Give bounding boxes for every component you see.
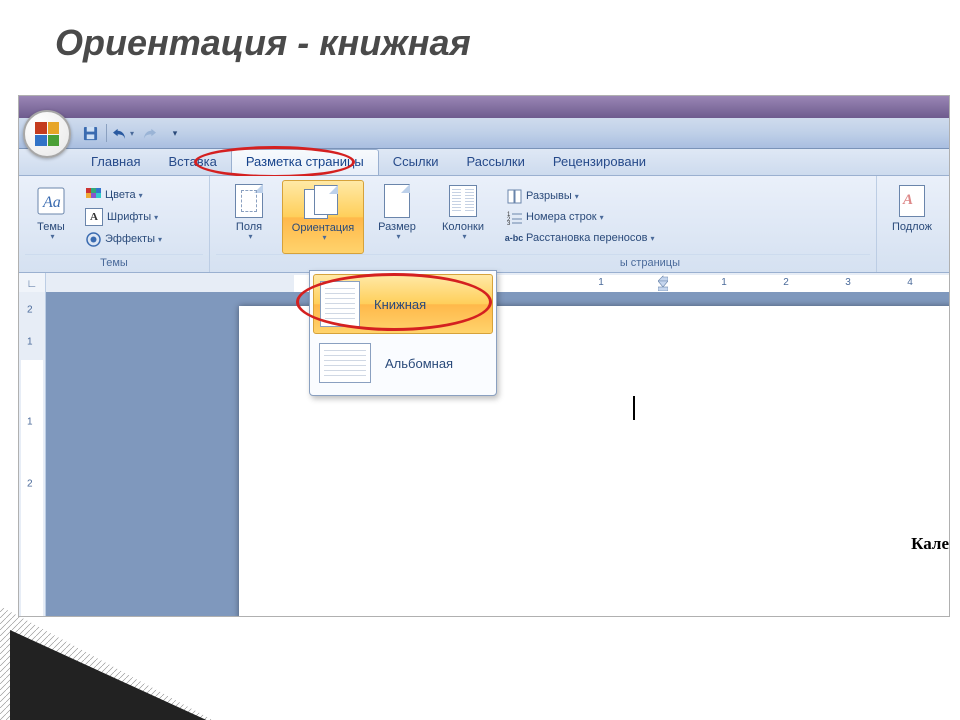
group-page-setup: Поля▾ Ориентация▾ Размер▾ Колонки▾ — [210, 176, 877, 272]
landscape-icon — [319, 343, 371, 383]
chevron-down-icon: ▾ — [130, 129, 134, 138]
ruler-number: 1 — [598, 277, 604, 288]
portrait-icon — [320, 281, 360, 327]
watermark-icon: A — [895, 184, 929, 218]
v-ruler-number: 1 — [27, 417, 33, 428]
chevron-down-icon: ▾ — [575, 192, 579, 201]
watermark-button[interactable]: A Подлож — [883, 180, 941, 237]
tab-insert[interactable]: Вставка — [154, 150, 230, 175]
group-themes: Aa Темы▾ Цвета▾ AШрифты▾ Эффекты▾ Темы — [19, 176, 210, 272]
vertical-ruler[interactable]: 2 1 1 2 — [19, 292, 46, 616]
hyphenation-label: Расстановка переносов — [526, 232, 647, 244]
text-cursor — [633, 396, 635, 420]
chevron-down-icon: ▾ — [248, 233, 252, 242]
fonts-label: Шрифты — [107, 211, 151, 223]
qat-more-icon: ▾ — [173, 128, 178, 139]
margins-icon — [232, 184, 266, 218]
watermark-label: Подлож — [892, 221, 932, 233]
fonts-icon: A — [85, 208, 103, 226]
chevron-down-icon: ▾ — [154, 213, 158, 222]
chevron-down-icon: ▾ — [139, 191, 143, 200]
qat-separator — [106, 124, 107, 142]
undo-button[interactable]: ▾ — [111, 122, 135, 144]
breaks-button[interactable]: Разрывы▾ — [504, 187, 657, 205]
size-button[interactable]: Размер▾ — [364, 180, 430, 254]
office-button[interactable] — [23, 110, 71, 158]
v-ruler-number: 1 — [27, 337, 33, 348]
svg-text:Aa: Aa — [42, 194, 61, 211]
fonts-button[interactable]: A Шрифты▾ — [83, 207, 164, 227]
orientation-portrait-item[interactable]: Книжная — [313, 274, 493, 334]
document-text: Кале — [911, 534, 949, 554]
ribbon: Aa Темы▾ Цвета▾ AШрифты▾ Эффекты▾ Темы П… — [19, 176, 949, 273]
redo-icon — [142, 127, 157, 140]
size-icon — [380, 184, 414, 218]
columns-icon — [446, 184, 480, 218]
ruler-number: 3 — [845, 277, 851, 288]
tab-page-layout[interactable]: Разметка страницы — [231, 149, 379, 175]
colors-label: Цвета — [105, 189, 136, 201]
chevron-down-icon: ▾ — [600, 213, 604, 222]
ruler-number: 1 — [721, 277, 727, 288]
themes-icon: Aa — [34, 184, 68, 218]
save-icon — [83, 126, 98, 141]
line-numbers-icon: 123 — [506, 209, 522, 225]
group-themes-label: Темы — [25, 254, 203, 272]
line-numbers-label: Номера строк — [526, 211, 597, 223]
effects-icon — [85, 231, 101, 247]
slide-title: Ориентация - книжная — [55, 22, 471, 64]
effects-label: Эффекты — [105, 233, 155, 245]
breaks-icon — [506, 188, 522, 204]
indent-marker-icon[interactable] — [658, 275, 668, 291]
breaks-label: Разрывы — [526, 190, 572, 202]
chevron-down-icon: ▾ — [462, 233, 466, 242]
tab-mailings[interactable]: Рассылки — [453, 150, 539, 175]
hyphenation-icon: a-bc — [506, 230, 522, 246]
undo-icon — [112, 127, 127, 140]
chevron-down-icon: ▾ — [50, 233, 54, 242]
ribbon-tabs: Главная Вставка Разметка страницы Ссылки… — [19, 149, 949, 176]
hyphenation-button[interactable]: a-bc Расстановка переносов▾ — [504, 229, 657, 247]
svg-text:3: 3 — [507, 221, 511, 225]
chevron-down-icon: ▾ — [650, 234, 654, 243]
v-ruler-number: 2 — [27, 305, 33, 316]
titlebar — [19, 96, 949, 118]
ruler-number: 4 — [907, 277, 913, 288]
qat-customize-button[interactable]: ▾ — [163, 122, 187, 144]
effects-button[interactable]: Эффекты▾ — [83, 230, 164, 248]
quick-access-toolbar: ▾ ▾ — [19, 118, 949, 149]
group-page-background: A Подлож — [877, 176, 949, 272]
portrait-label: Книжная — [374, 297, 426, 312]
orientation-landscape-item[interactable]: Альбомная — [313, 334, 493, 392]
chevron-down-icon: ▾ — [396, 233, 400, 242]
colors-icon — [85, 187, 101, 203]
redo-button[interactable] — [137, 122, 161, 144]
tab-references[interactable]: Ссылки — [379, 150, 453, 175]
orientation-icon — [304, 185, 342, 219]
landscape-label: Альбомная — [385, 356, 453, 371]
margins-button[interactable]: Поля▾ — [216, 180, 282, 254]
ruler-number: 2 — [783, 277, 789, 288]
themes-button[interactable]: Aa Темы▾ — [25, 180, 77, 254]
colors-button[interactable]: Цвета▾ — [83, 186, 164, 204]
line-numbers-button[interactable]: 123 Номера строк▾ — [504, 208, 657, 226]
v-ruler-number: 2 — [27, 479, 33, 490]
tab-home[interactable]: Главная — [77, 150, 154, 175]
office-logo-icon — [35, 122, 59, 146]
chevron-down-icon: ▾ — [322, 234, 326, 243]
columns-button[interactable]: Колонки▾ — [430, 180, 496, 254]
tab-review[interactable]: Рецензировани — [539, 150, 660, 175]
word-screenshot: ▾ ▾ Главная Вставка Разметка страницы Сс… — [18, 95, 950, 617]
orientation-button[interactable]: Ориентация▾ — [282, 180, 364, 254]
save-button[interactable] — [78, 122, 102, 144]
chevron-down-icon: ▾ — [158, 235, 162, 244]
orientation-dropdown: Книжная Альбомная — [309, 270, 497, 396]
